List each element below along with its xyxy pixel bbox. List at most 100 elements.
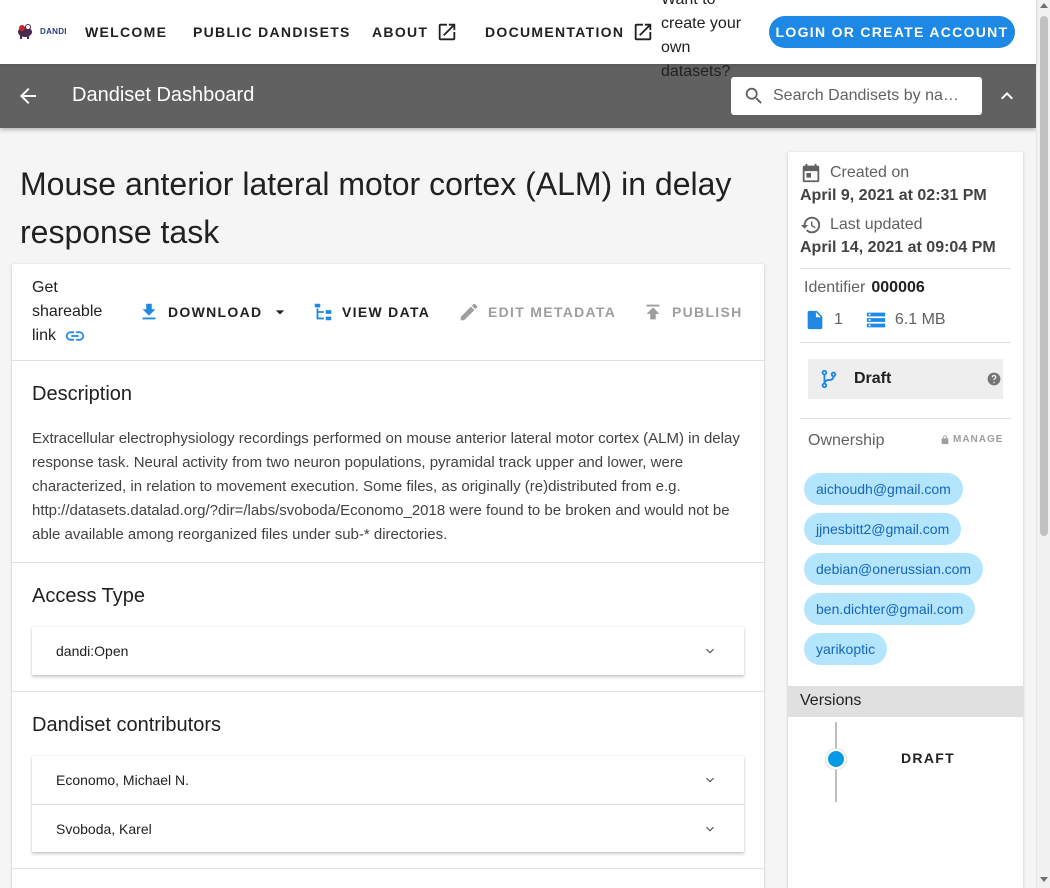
updated-label: Last updated [830,216,923,233]
divider [800,268,1011,269]
nav-welcome-label: WELCOME [85,24,168,40]
updated-row: Last updated [800,214,923,236]
scroll-up-arrow[interactable] [1040,3,1048,8]
description-text: Extracellular electrophysiology recordin… [32,430,740,543]
chevron-up-icon [1001,92,1013,100]
manage-owners-button[interactable]: MANAGE [940,434,1003,445]
stats-row: 1 6.1 MB [804,309,946,331]
owner-chip-label: jjnesbitt2@gmail.com [816,521,950,537]
login-button[interactable]: LOGIN OR CREATE ACCOUNT [769,16,1015,48]
help-icon[interactable] [987,372,1001,386]
back-button[interactable] [16,84,40,108]
create-datasets-promo: Want to create your own datasets? [661,0,742,80]
contributor-name: Svoboda, Karel [56,820,152,837]
chevron-down-icon [706,777,714,783]
created-label: Created on [830,164,910,181]
download-button[interactable]: DOWNLOAD [138,294,290,330]
pencil-icon [460,303,478,321]
nav-public-dandisets-label: PUBLIC DANDISETS [193,24,351,40]
ownership-title: Ownership [808,432,885,449]
view-data-label: VIEW DATA [342,304,431,320]
identifier-row: Identifier 000006 [804,279,925,297]
owner-chip[interactable]: aichoudh@gmail.com [804,473,963,505]
caret-down-icon [276,310,285,315]
chevron-down-icon [706,648,714,654]
collapse-button[interactable] [995,84,1019,108]
nav-documentation-label: DOCUMENTATION [485,24,625,40]
owner-chip-label: yarikoptic [816,641,876,657]
logo-text: DANDI [40,26,67,36]
source-branch-icon [821,369,837,389]
dandiset-main-card: Get shareable link DOWNLOAD VIEW DATA ED… [12,264,764,888]
access-type-panel[interactable]: dandi:Open [32,627,744,675]
calendar-icon [802,163,820,183]
versions-header: Versions [788,686,1023,717]
edit-metadata-button[interactable]: EDIT METADATA [458,294,616,330]
version-status: Draft [854,370,892,387]
identifier-value: 000006 [871,279,925,296]
created-row: Created on [800,162,909,184]
publish-button[interactable]: PUBLISH [642,294,743,330]
description-section: Description Extracellular electrophysiol… [12,361,764,563]
version-draft-button[interactable]: DRAFT [901,750,955,766]
link-icon [66,331,85,341]
access-type-value: dandi:Open [56,643,129,659]
file-count: 1 [834,311,843,328]
dashboard-title: Dandiset Dashboard [72,84,255,106]
version-dot[interactable] [826,749,846,769]
publish-label: PUBLISH [672,304,743,320]
download-label: DOWNLOAD [168,304,263,320]
external-link-icon [635,23,652,41]
view-data-button[interactable]: VIEW DATA [312,294,430,330]
dataset-size: 6.1 MB [894,311,946,328]
lock-icon [941,434,949,444]
external-link-icon [439,23,456,41]
dashboard-bar: Dandiset Dashboard [0,64,1036,128]
action-toolbar: Get shareable link DOWNLOAD VIEW DATA ED… [12,264,764,361]
scroll-down-arrow[interactable] [1040,877,1048,882]
dandi-logo[interactable]: DANDI [16,22,67,40]
search-box[interactable] [731,77,982,115]
owner-chip-label: aichoudh@gmail.com [816,481,951,497]
divider [800,342,1011,343]
owner-chip[interactable]: debian@onerussian.com [804,553,984,585]
owner-chip[interactable]: jjnesbitt2@gmail.com [804,513,962,545]
access-type-section: Access Type dandi:Open [12,563,764,692]
dandiset-title: Mouse anterior lateral motor cortex (ALM… [20,166,732,250]
storage-icon [866,312,886,328]
publish-icon [646,304,660,320]
nav-about[interactable]: ABOUT [372,0,458,64]
contributors-section: Dandiset contributors Economo, Michael N… [12,692,764,869]
description-title: Description [32,383,133,405]
share-link-button[interactable]: Get shareable link [32,276,112,348]
download-icon [142,303,156,320]
owner-chip-label: ben.dichter@gmail.com [816,601,964,617]
nav-welcome[interactable]: WELCOME [85,0,167,64]
created-value: April 9, 2021 at 02:31 PM [800,187,987,204]
file-icon [807,310,823,330]
contributors-title: Dandiset contributors [32,714,221,736]
page-scrollbar[interactable] [1036,0,1050,888]
nav-public-dandisets[interactable]: PUBLIC DANDISETS [193,0,351,64]
top-nav: DANDI WELCOME PUBLIC DANDISETS ABOUT DOC… [0,0,1036,80]
chevron-down-icon [706,826,714,832]
access-type-title: Access Type [32,585,146,607]
dandiset-sidebar: Created on April 9, 2021 at 02:31 PM Las… [788,152,1023,888]
owner-chip[interactable]: yarikoptic [804,633,888,665]
updated-value: April 14, 2021 at 09:04 PM [800,239,996,256]
search-icon [745,87,762,104]
edit-metadata-label: EDIT METADATA [488,304,617,320]
contributor-panel[interactable]: Economo, Michael N. [32,756,744,804]
arrow-left-icon [20,88,36,104]
version-status-box[interactable]: Draft [808,359,1003,399]
search-input[interactable] [773,87,963,105]
dandi-logo-icon [18,24,32,39]
owner-chip[interactable]: ben.dichter@gmail.com [804,593,976,625]
owner-chip-label: debian@onerussian.com [816,561,972,577]
nav-documentation[interactable]: DOCUMENTATION [485,0,654,64]
divider [800,418,1011,419]
scroll-thumb[interactable] [1040,16,1048,536]
contributor-panel[interactable]: Svoboda, Karel [32,804,744,852]
file-tree-icon [314,303,332,321]
identifier-label: Identifier [804,279,866,296]
